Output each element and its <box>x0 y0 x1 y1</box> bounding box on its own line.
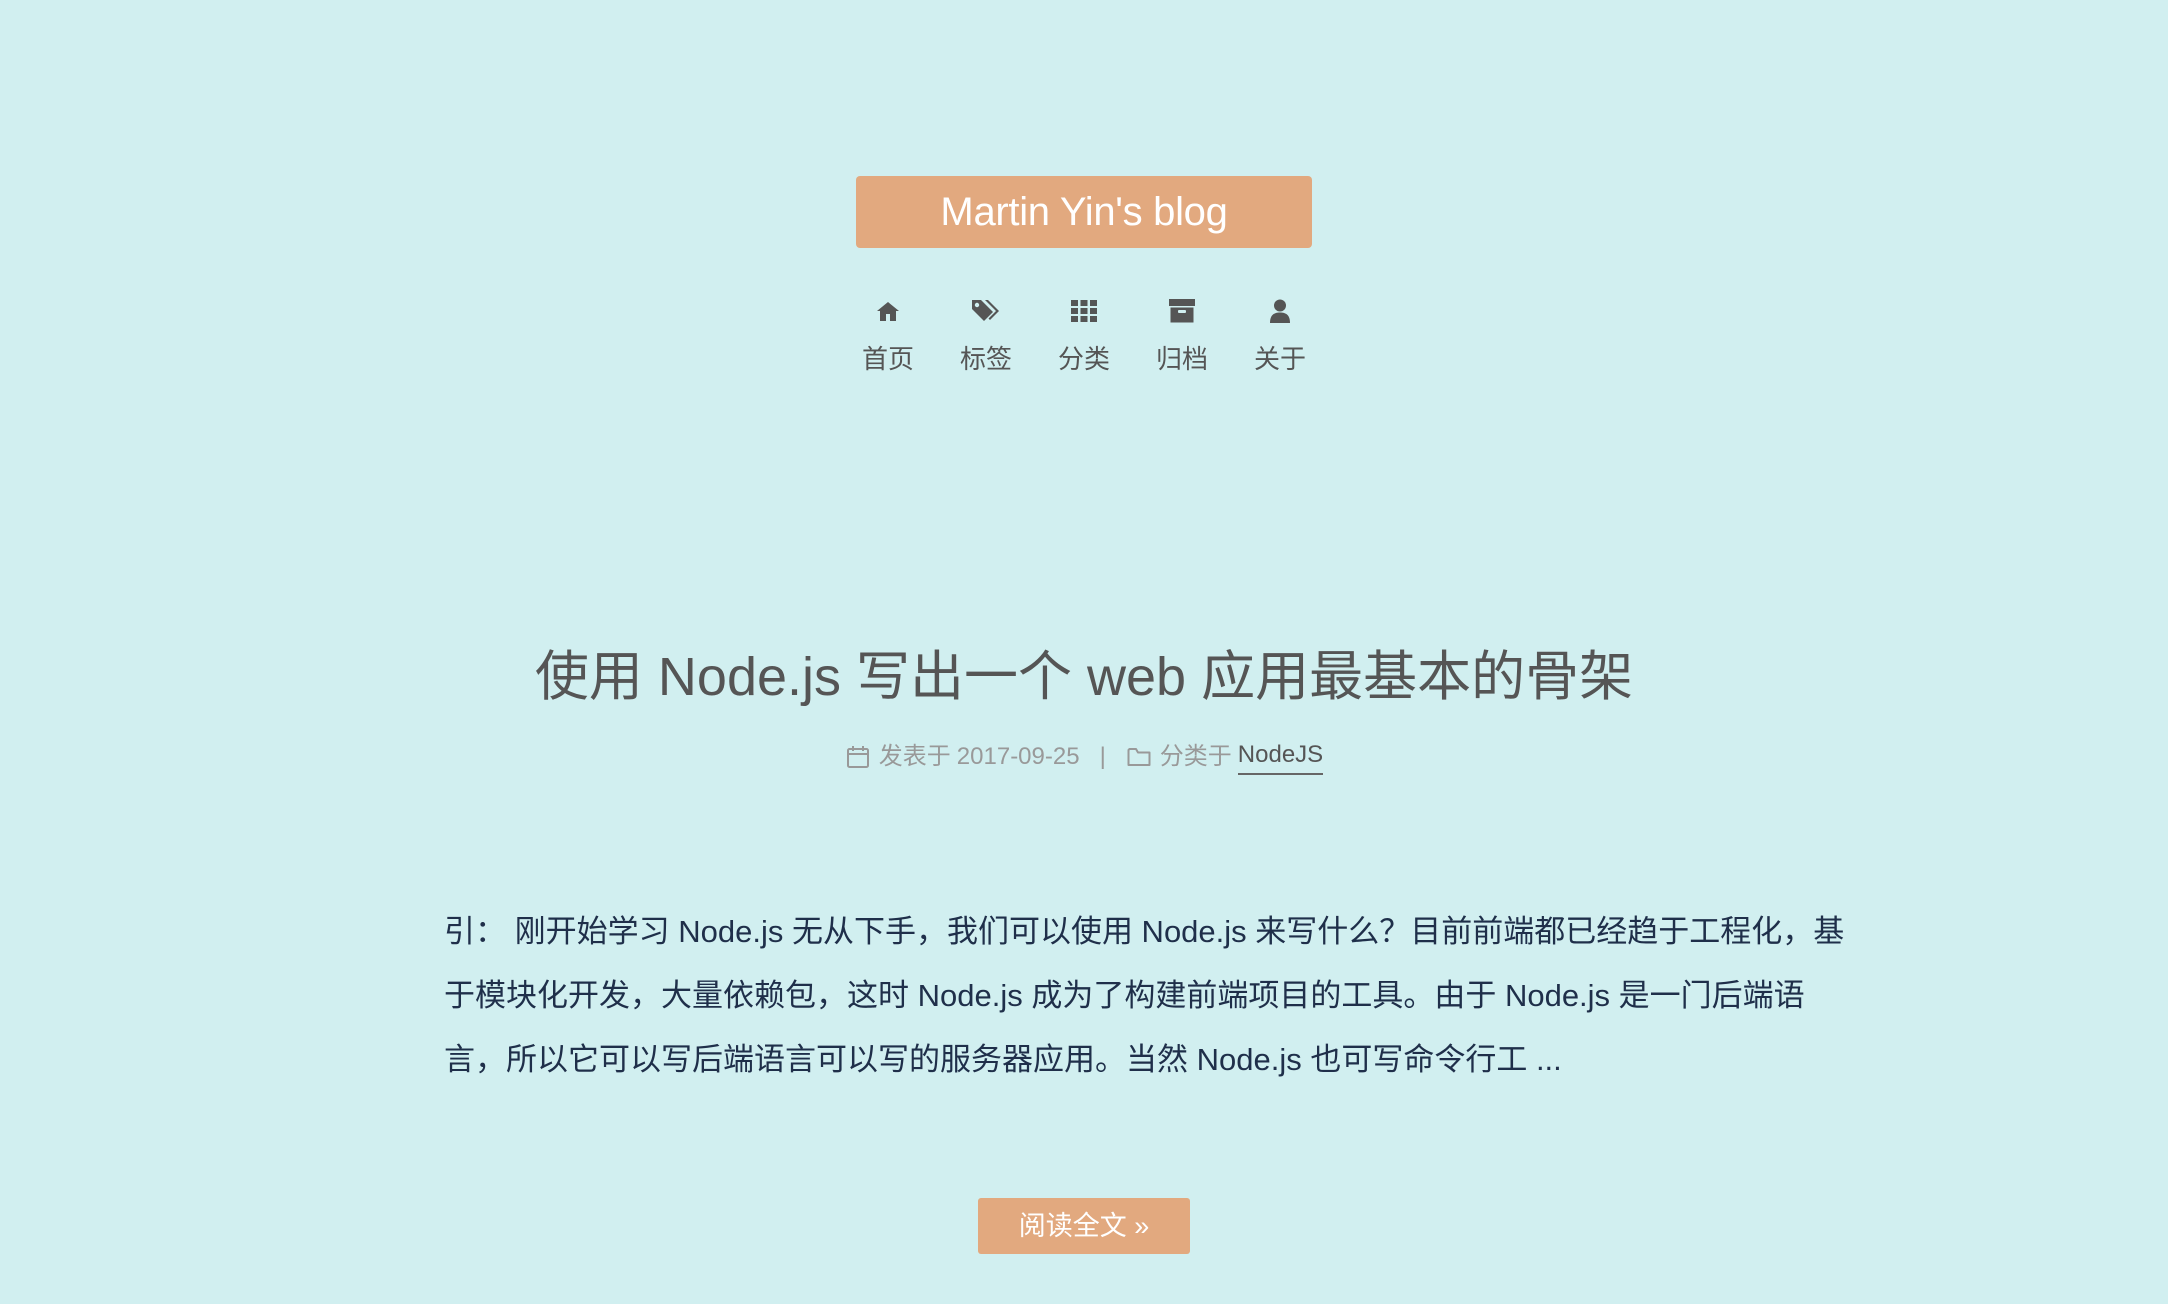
category-prefix: 分类于 <box>1159 742 1232 770</box>
site-title[interactable]: Martin Yin's blog <box>856 176 1312 248</box>
menu-item-label: 归档 <box>1155 344 1208 374</box>
post-title[interactable]: 使用 Node.js 写出一个 web 应用最基本的骨架 <box>0 640 2168 714</box>
menu-item-categories[interactable]: 分类 <box>1035 296 1133 376</box>
tags-icon <box>971 296 1001 326</box>
main-menu: 首页 标签 分类 归档 关于 <box>0 296 2168 376</box>
menu-item-label: 分类 <box>1057 344 1110 374</box>
home-icon <box>873 296 903 326</box>
menu-item-tags[interactable]: 标签 <box>937 296 1035 376</box>
category-link[interactable]: NodeJS <box>1237 738 1324 775</box>
meta-separator: | <box>1099 742 1106 770</box>
menu-item-label: 标签 <box>959 344 1012 374</box>
grid-icon <box>1069 296 1099 326</box>
user-icon <box>1265 296 1295 326</box>
menu-item-label: 关于 <box>1253 344 1306 374</box>
header: Martin Yin's blog <box>0 176 2168 248</box>
post-date: 2017-09-25 <box>956 742 1080 770</box>
post-excerpt: 引： 刚开始学习 Node.js 无从下手，我们可以使用 Node.js 来写什… <box>444 914 1845 1077</box>
menu-item-label: 首页 <box>861 344 914 374</box>
menu-item-archives[interactable]: 归档 <box>1133 296 1231 376</box>
archive-icon <box>1167 296 1197 326</box>
post-meta: 发表于 2017-09-25 | 分类于 NodeJS <box>0 738 2168 775</box>
read-more-button[interactable]: 阅读全文 » <box>978 1198 1190 1254</box>
menu-item-home[interactable]: 首页 <box>839 296 937 376</box>
date-prefix: 发表于 <box>878 742 951 770</box>
menu-item-about[interactable]: 关于 <box>1231 296 1329 376</box>
folder-icon <box>1126 744 1152 770</box>
read-more-wrap: 阅读全文 » <box>0 1198 2168 1254</box>
calendar-icon <box>845 744 871 770</box>
